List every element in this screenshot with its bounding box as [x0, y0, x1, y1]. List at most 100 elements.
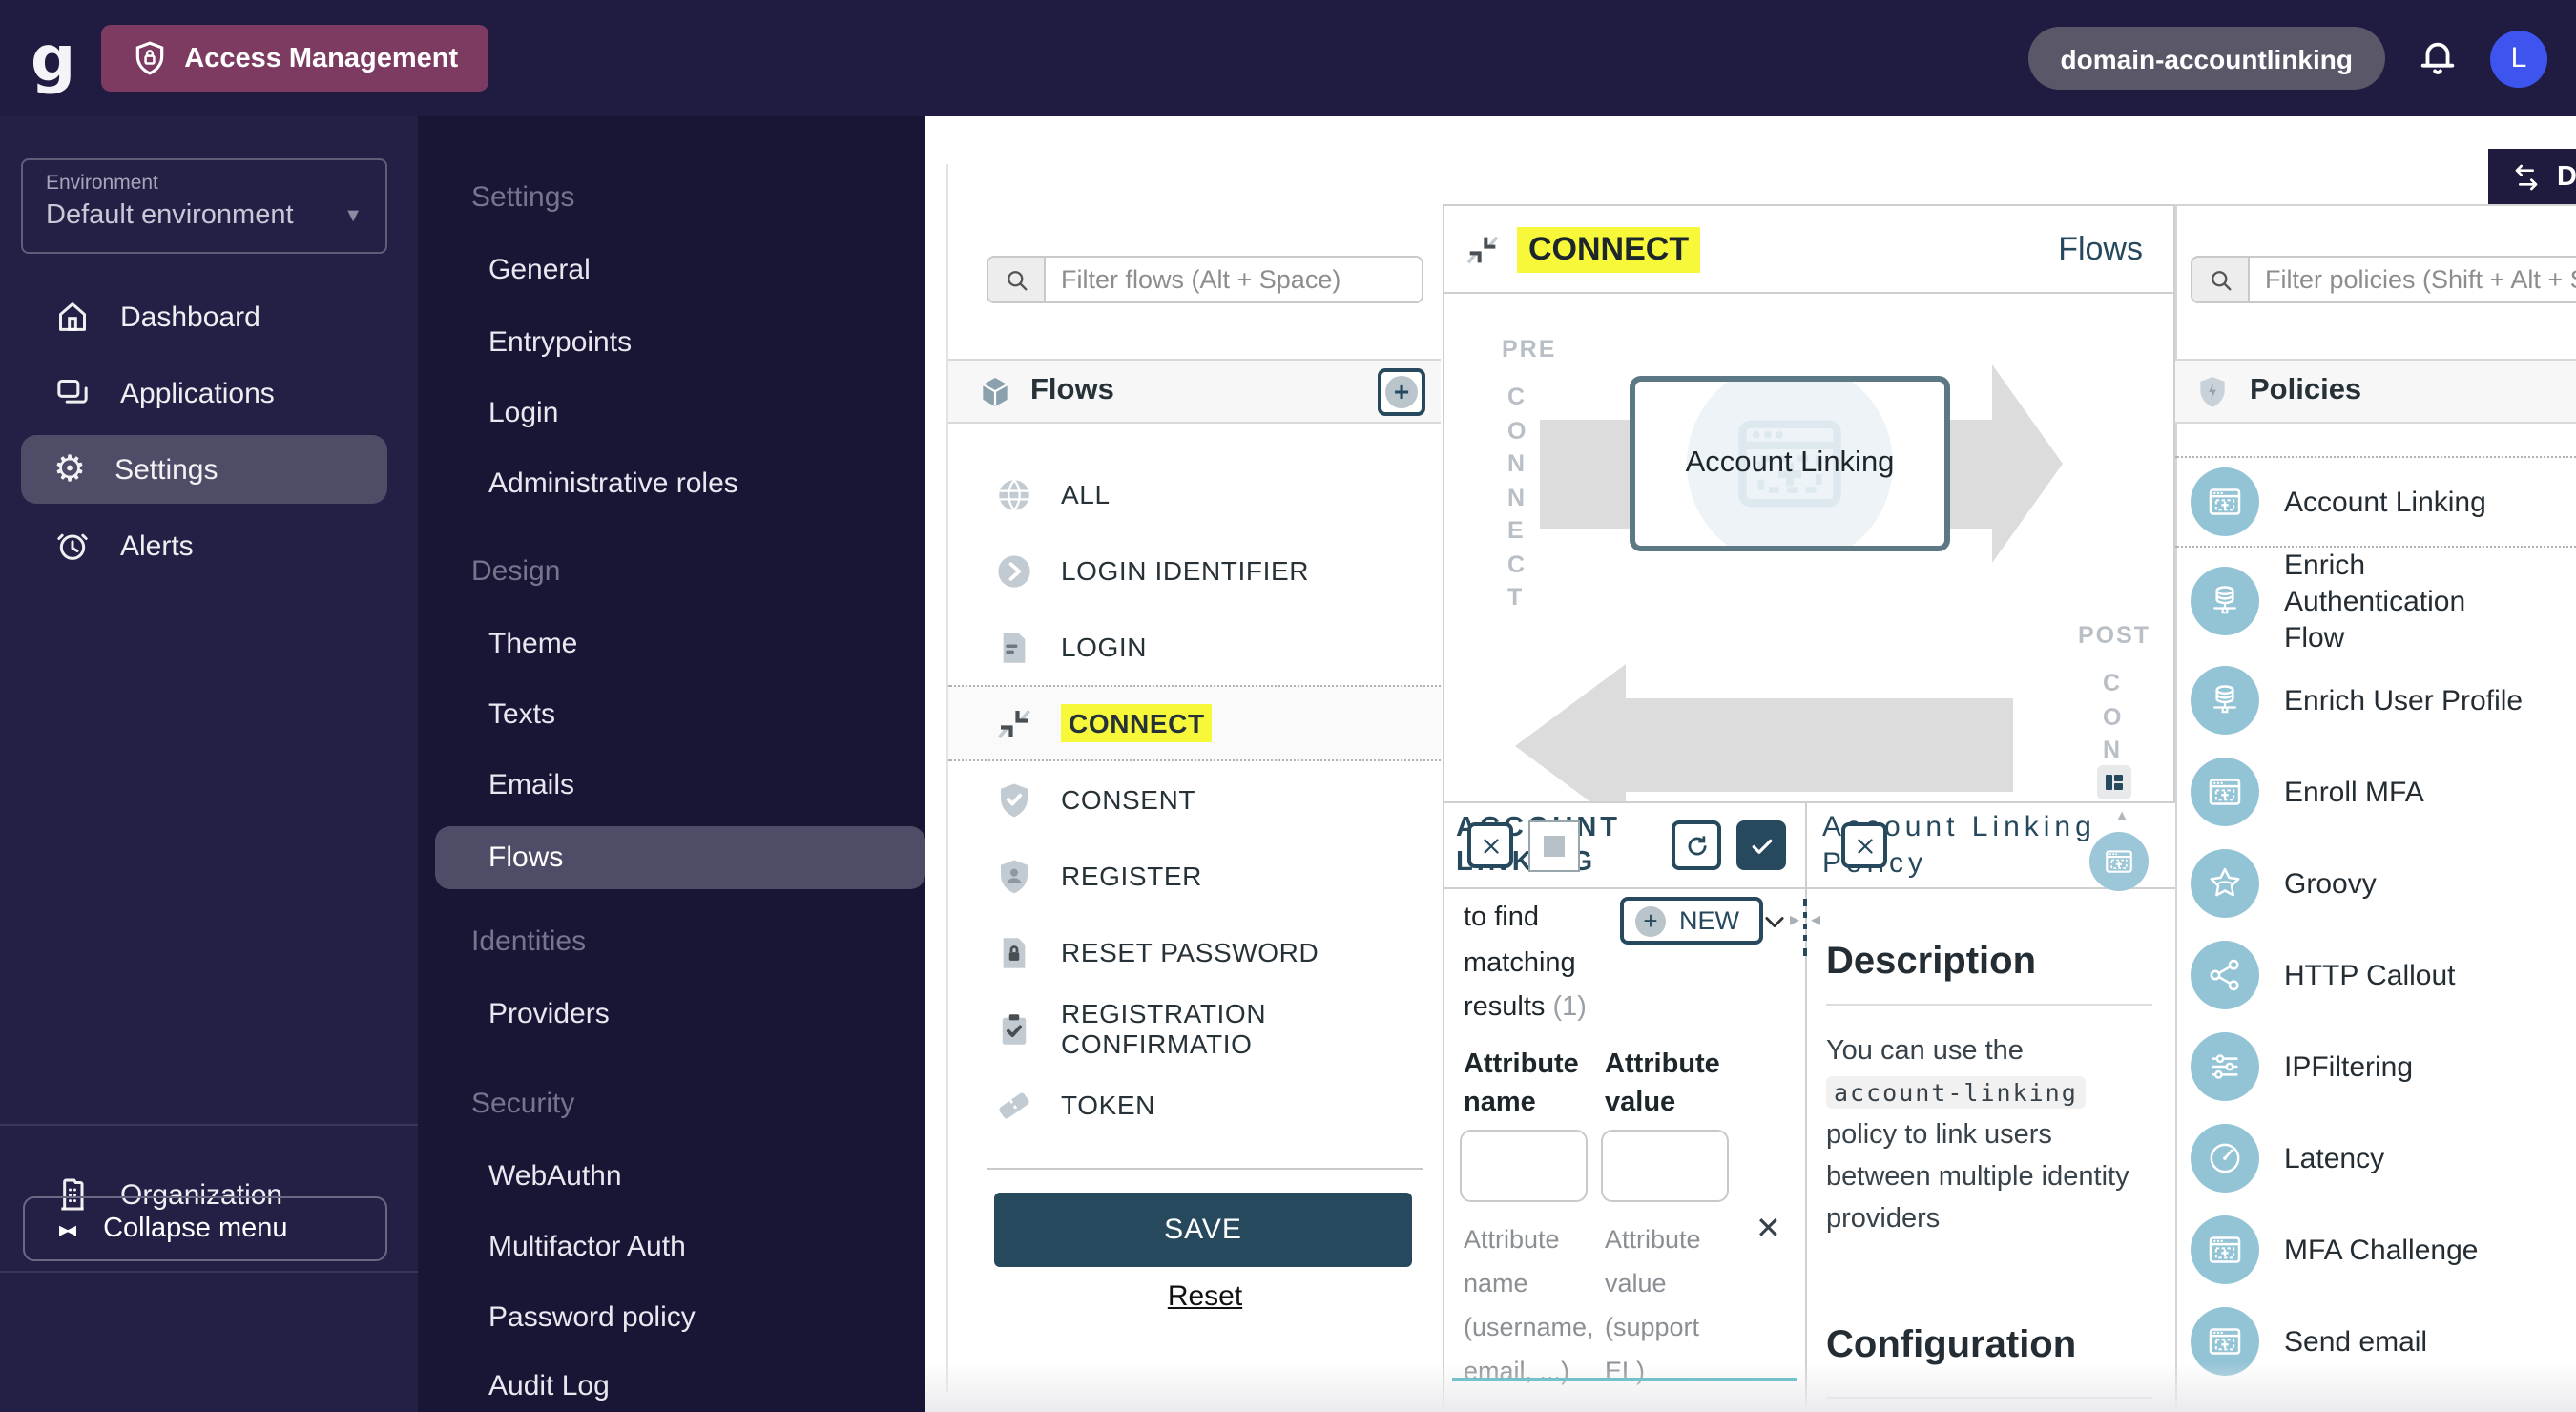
chevron-circle-icon — [994, 550, 1034, 591]
database-icon — [2191, 567, 2259, 635]
token-ticket-icon — [994, 1085, 1034, 1125]
subnav-item-administrative-roles[interactable]: Administrative roles — [488, 466, 738, 504]
flow-arrow-right-head — [1992, 364, 2063, 563]
sidebar-item-label: Alerts — [120, 530, 194, 562]
policy-item-latency[interactable]: Latency — [2175, 1112, 2576, 1204]
account-linking-step-node[interactable]: Account Linking — [1630, 376, 1950, 551]
flow-item-connect[interactable]: CONNECT — [948, 685, 1441, 761]
pane-resize-arrow-icon: ◂ — [1811, 910, 1820, 931]
post-phase-label: POST — [2078, 622, 2150, 649]
remove-attribute-row-icon[interactable]: ✕ — [1755, 1210, 1781, 1248]
sidebar-item-applications[interactable]: Applications — [21, 359, 387, 427]
save-divider — [987, 1168, 1423, 1170]
step-intro-count: (1) — [1553, 992, 1587, 1023]
clipboard-check-icon — [994, 1008, 1034, 1049]
subnav-item-password-policy[interactable]: Password policy — [488, 1299, 696, 1338]
policy-item-enrich-user-profile[interactable]: Enrich User Profile — [2175, 654, 2576, 746]
flow-item-token[interactable]: TOKEN — [948, 1067, 1441, 1143]
sidebar-item-settings[interactable]: ⚙ Settings — [21, 435, 387, 504]
subnav-item-flows[interactable]: Flows — [435, 826, 925, 889]
access-management-badge[interactable]: Access Management — [100, 25, 488, 92]
close-icon — [1478, 833, 1503, 858]
flow-item-consent[interactable]: CONSENT — [948, 761, 1441, 838]
flow-diagram-panel: CONNECT Flows PRE CONNECT Account Linkin… — [1443, 204, 2175, 801]
subnav-item-login[interactable]: Login — [488, 395, 558, 433]
collapse-menu-button[interactable]: ▸◂ Collapse menu — [23, 1196, 387, 1261]
heading-divider — [1826, 1397, 2152, 1399]
apply-step-button[interactable] — [1736, 820, 1786, 870]
configuration-heading: Configuration — [1826, 1324, 2076, 1368]
sidebar-item-label: Settings — [114, 453, 218, 486]
chevron-down-icon[interactable] — [1761, 908, 1788, 935]
step-intro-text: to find matching results (1) — [1464, 897, 1635, 1031]
flow-item-all[interactable]: ALL — [948, 456, 1441, 532]
search-icon — [2192, 258, 2250, 301]
environment-selector[interactable]: Environment Default environment ▼ — [21, 158, 387, 254]
subnav-item-providers[interactable]: Providers — [488, 996, 610, 1034]
diagram-canvas[interactable]: PRE CONNECT Account Linking POST CONNECT — [1444, 294, 2173, 801]
attribute-name-input[interactable] — [1460, 1130, 1588, 1202]
topbar: g Access Management domain-accountlinkin… — [0, 0, 2576, 116]
reset-step-button[interactable] — [1672, 820, 1721, 870]
sliders-icon — [2191, 1032, 2259, 1101]
subnav-item-texts[interactable]: Texts — [488, 696, 555, 735]
step-panel-header: ACCOUNT LINKING — [1444, 803, 1805, 889]
layout-toggle-icon[interactable] — [2097, 765, 2131, 799]
add-flow-button[interactable]: + — [1378, 368, 1425, 416]
filter-flows-input[interactable] — [1046, 258, 1422, 301]
policy-item-send-email[interactable]: Send email — [2175, 1296, 2576, 1387]
policy-item-enrich-authentication-flow[interactable]: Enrich Authentication Flow — [2175, 548, 2576, 654]
access-management-label: Access Management — [184, 43, 458, 73]
search-icon — [988, 258, 1046, 301]
subnav-item-theme[interactable]: Theme — [488, 626, 577, 664]
policies-title: Policies — [2250, 374, 2361, 408]
design-toggle-button[interactable]: DE — [2488, 149, 2576, 204]
filter-policies-box — [2191, 256, 2576, 303]
policies-header: Policies — [2175, 359, 2576, 424]
save-button[interactable]: SAVE — [994, 1193, 1412, 1267]
main-sidebar: Environment Default environment ▼ Dashbo… — [0, 116, 418, 1412]
user-avatar[interactable]: L — [2490, 30, 2547, 87]
flow-item-register[interactable]: REGISTER — [948, 838, 1441, 914]
sidebar-divider — [0, 1124, 418, 1126]
shield-user-icon — [994, 856, 1034, 896]
subnav-item-general[interactable]: General — [488, 252, 591, 290]
new-attribute-button[interactable]: + NEW — [1620, 897, 1762, 945]
applications-icon — [53, 374, 92, 412]
subnav-item-audit-log[interactable]: Audit Log — [488, 1368, 610, 1406]
remove-step-button[interactable] — [1467, 822, 1513, 868]
subnav-item-entrypoints[interactable]: Entrypoints — [488, 324, 632, 363]
environment-value: Default environment — [46, 200, 294, 231]
reset-link[interactable]: Reset — [987, 1280, 1423, 1313]
subnav-item-emails[interactable]: Emails — [488, 767, 574, 805]
diagram-panel-label: Flows — [2058, 230, 2143, 268]
gear-icon: ⚙ — [53, 451, 86, 488]
subnav-section-design: Design — [471, 553, 560, 592]
flow-item-registration-confirmation[interactable]: REGISTRATION CONFIRMATIO — [948, 990, 1441, 1067]
flow-item-login[interactable]: LOGIN — [948, 609, 1441, 685]
gravitee-logo[interactable]: g — [31, 31, 75, 85]
shield-check-icon — [994, 779, 1034, 820]
domain-chip[interactable]: domain-accountlinking — [2028, 27, 2385, 90]
subnav-item-multifactor-auth[interactable]: Multifactor Auth — [488, 1229, 686, 1267]
notifications-bell-icon[interactable] — [2416, 36, 2460, 80]
close-icon — [1852, 833, 1877, 858]
flow-item-login-identifier[interactable]: LOGIN IDENTIFIER — [948, 532, 1441, 609]
sidebar-item-alerts[interactable]: Alerts — [21, 511, 387, 580]
collapse-arrows-icon: ▸◂ — [59, 1216, 73, 1241]
policy-item-account-linking[interactable]: Account Linking — [2175, 456, 2576, 548]
policy-item-enroll-mfa[interactable]: Enroll MFA — [2175, 746, 2576, 838]
subnav-item-webauthn[interactable]: WebAuthn — [488, 1158, 622, 1196]
policy-item-http-callout[interactable]: HTTP Callout — [2175, 929, 2576, 1021]
plus-icon: + — [1635, 905, 1666, 936]
filter-policies-input[interactable] — [2250, 258, 2576, 301]
sidebar-item-dashboard[interactable]: Dashboard — [21, 282, 387, 351]
swap-arrows-icon — [2511, 161, 2542, 192]
flow-item-reset-password[interactable]: RESET PASSWORD — [948, 914, 1441, 990]
attribute-value-input[interactable] — [1601, 1130, 1729, 1202]
policy-item-ipfiltering[interactable]: IPFiltering — [2175, 1021, 2576, 1112]
policy-item-mfa-challenge[interactable]: MFA Challenge — [2175, 1204, 2576, 1296]
close-policy-detail-button[interactable] — [1841, 822, 1887, 868]
policy-item-groovy[interactable]: Groovy — [2175, 838, 2576, 929]
flow-arrow-left-head — [1515, 664, 1626, 801]
